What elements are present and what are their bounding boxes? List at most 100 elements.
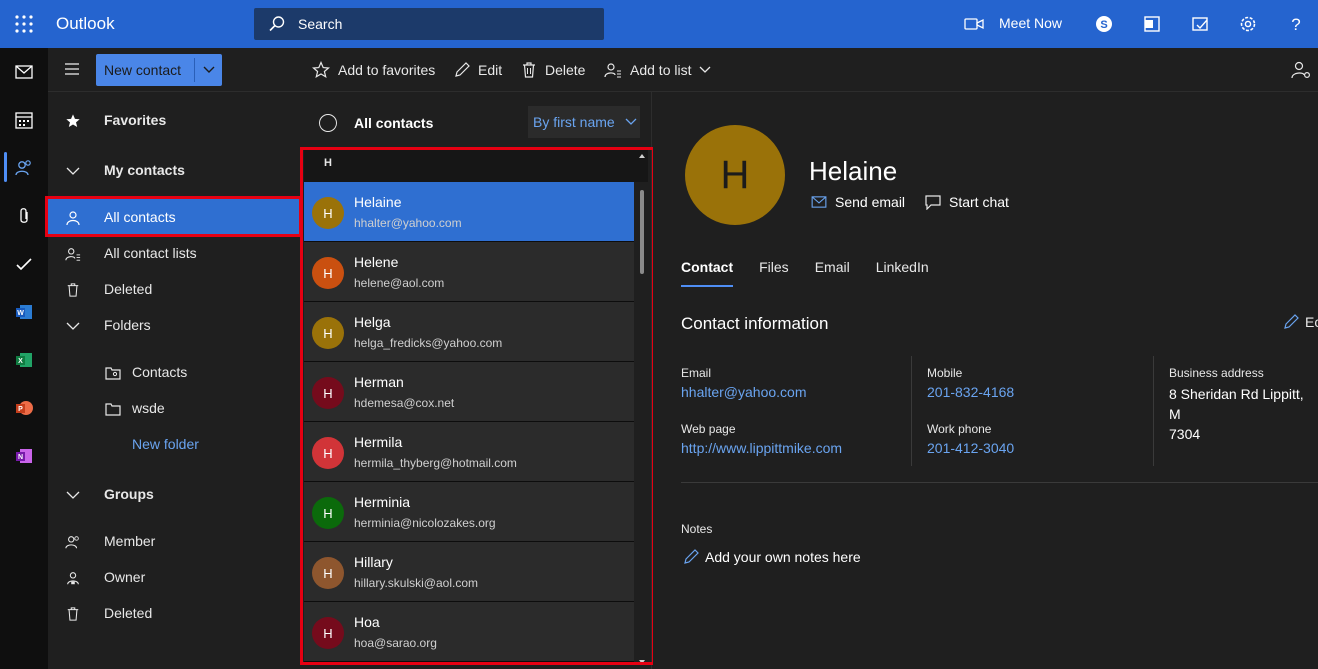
trash-icon [64, 281, 82, 299]
groups-owner[interactable]: Owner [48, 559, 301, 595]
folder-deleted[interactable]: Deleted [48, 271, 301, 307]
send-email-button[interactable]: Send email [811, 194, 905, 210]
start-chat-label: Start chat [949, 194, 1009, 210]
groups-deleted[interactable]: Deleted [48, 595, 301, 631]
tab-linkedin[interactable]: LinkedIn [876, 259, 929, 287]
folder-wsde[interactable]: wsde [48, 390, 301, 426]
attachment-icon[interactable] [12, 204, 36, 228]
add-to-list-button[interactable]: Add to list [604, 60, 711, 80]
business-address-field: Business address 8 Sheridan Rd Lippitt, … [1169, 366, 1318, 444]
person-settings-icon[interactable] [1290, 60, 1312, 80]
workphone-value-link[interactable]: 201-412-3040 [927, 440, 1014, 456]
skype-icon[interactable]: S [1092, 12, 1116, 36]
mobile-label: Mobile [927, 366, 963, 380]
business-address-line2: 7304 [1169, 426, 1201, 442]
edit-contact-info-button[interactable]: Ec [1283, 314, 1318, 330]
contact-item[interactable]: H Hermila hermila_thyberg@hotmail.com [304, 422, 634, 482]
svg-text:S: S [1100, 19, 1107, 31]
word-icon[interactable]: W [12, 300, 36, 324]
contact-item[interactable]: H Helaine hhalter@yahoo.com [304, 182, 634, 242]
contact-email: hdemesa@cox.net [354, 396, 455, 410]
new-contact-dropdown[interactable] [195, 54, 222, 86]
contacts-folder-label: Contacts [132, 364, 188, 380]
contact-items: H Helaine hhalter@yahoo.com H Helene hel… [304, 182, 634, 662]
contact-name: Helga [354, 314, 391, 330]
excel-icon[interactable]: X [12, 348, 36, 372]
scroll-up-arrow[interactable] [639, 154, 645, 158]
contact-item[interactable]: H Herman hdemesa@cox.net [304, 362, 634, 422]
add-to-list-label: Add to list [630, 62, 692, 78]
edit-button[interactable]: Edit [454, 60, 502, 80]
contact-item[interactable]: H Herminia herminia@nicolozakes.org [304, 482, 634, 542]
tab-email[interactable]: Email [815, 259, 850, 287]
contact-item[interactable]: H Helene helene@aol.com [304, 242, 634, 302]
tab-contact[interactable]: Contact [681, 259, 734, 287]
settings-gear-icon[interactable] [1236, 12, 1260, 36]
contact-item[interactable]: H Hoa hoa@sarao.org [304, 602, 634, 662]
scroll-thumb[interactable] [640, 190, 644, 274]
list-scrollbar[interactable] [636, 154, 648, 664]
groups-group[interactable]: Groups [48, 476, 301, 512]
new-contact-button[interactable]: New contact [96, 54, 194, 86]
add-to-favorites-button[interactable]: Add to favorites [312, 60, 435, 80]
video-camera-icon[interactable] [963, 14, 985, 34]
add-notes-button[interactable]: Add your own notes here [683, 549, 861, 565]
webpage-value-link[interactable]: http://www.lippittmike.com [681, 440, 842, 456]
pencil-icon [1284, 314, 1299, 329]
star-filled-icon [64, 112, 82, 130]
owner-label: Owner [104, 569, 146, 585]
folder-all-contacts[interactable]: All contacts [48, 199, 301, 235]
start-chat-button[interactable]: Start chat [925, 194, 1009, 210]
delete-button[interactable]: Delete [521, 60, 585, 80]
trash-icon [64, 605, 82, 623]
contact-item[interactable]: H Hillary hillary.skulski@aol.com [304, 542, 634, 602]
avatar: H [312, 617, 344, 649]
meet-now-button[interactable]: Meet Now [999, 15, 1062, 31]
folders-group[interactable]: Folders [48, 307, 301, 343]
todo-icon[interactable] [1188, 12, 1212, 36]
favorites-item[interactable]: Favorites [48, 102, 301, 138]
mobile-value-link[interactable]: 201-832-4168 [927, 384, 1014, 400]
app-launcher-icon[interactable] [14, 14, 34, 34]
section-divider [681, 482, 1318, 483]
column-divider [911, 356, 912, 466]
groups-member[interactable]: Member [48, 523, 301, 559]
office-icon[interactable] [1140, 12, 1164, 36]
column-divider [1153, 356, 1154, 466]
tab-files[interactable]: Files [759, 259, 789, 287]
contact-item[interactable]: H Helga helga_fredicks@yahoo.com [304, 302, 634, 362]
folder-all-contact-lists[interactable]: All contact lists [48, 235, 301, 271]
svg-text:N: N [18, 454, 23, 461]
mail-icon[interactable] [12, 60, 36, 84]
app-name[interactable]: Outlook [56, 14, 115, 34]
business-address-line1: 8 Sheridan Rd Lippitt, M [1169, 386, 1304, 422]
folder-contacts[interactable]: Contacts [48, 354, 301, 390]
onenote-icon[interactable]: N [12, 444, 36, 468]
hamburger-menu-icon[interactable] [64, 62, 80, 76]
person-icon [64, 209, 82, 227]
todo-check-icon[interactable] [12, 252, 36, 276]
letter-group-header: H [304, 150, 648, 182]
send-email-label: Send email [835, 194, 906, 210]
new-contact-split-button: New contact [96, 54, 222, 86]
people-icon[interactable] [12, 156, 36, 180]
avatar: H [312, 557, 344, 589]
email-value-link[interactable]: hhalter@yahoo.com [681, 384, 807, 400]
contact-email: hhalter@yahoo.com [354, 216, 462, 230]
my-contacts-group[interactable]: My contacts [48, 152, 301, 188]
calendar-icon[interactable] [12, 108, 36, 132]
webpage-label: Web page [681, 422, 736, 436]
search-box[interactable]: Search [254, 8, 604, 40]
powerpoint-icon[interactable]: P [12, 396, 36, 420]
help-icon[interactable]: ? [1284, 12, 1308, 36]
workphone-field: Work phone 201-412-3040 [927, 422, 1014, 456]
sort-dropdown[interactable]: By first name [528, 106, 640, 138]
avatar: H [312, 317, 344, 349]
all-contact-lists-label: All contact lists [104, 245, 197, 261]
new-folder-link[interactable]: New folder [48, 426, 301, 462]
groups-label: Groups [104, 486, 154, 502]
deleted-label: Deleted [104, 281, 153, 297]
select-all-checkbox[interactable] [319, 114, 337, 132]
contact-name: Hermila [354, 434, 403, 450]
scroll-down-arrow[interactable] [639, 660, 645, 664]
